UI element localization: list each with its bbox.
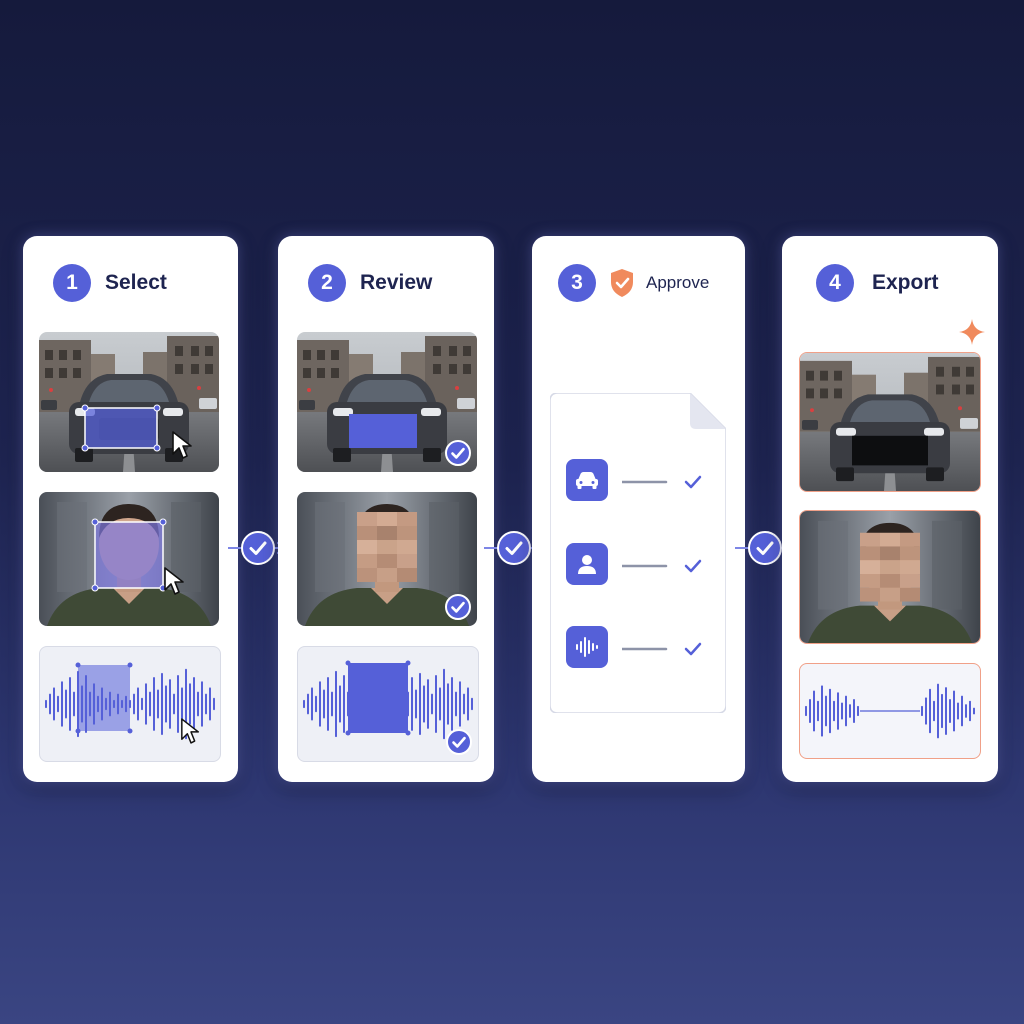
step-title: Approve	[646, 273, 710, 292]
step-header: 2 Review	[308, 264, 432, 302]
doc-row-audio	[566, 626, 716, 670]
car-icon	[566, 459, 608, 501]
shield-check-icon	[611, 269, 633, 297]
face-image-selected[interactable]	[39, 492, 219, 626]
face-image-pixelated[interactable]	[297, 492, 477, 626]
step-number: 1	[53, 264, 91, 302]
step-number: 2	[308, 264, 346, 302]
audio-clip-exported[interactable]	[799, 663, 981, 759]
audio-wave-icon	[566, 626, 608, 668]
car-image-selected[interactable]	[39, 332, 219, 472]
check-badge-icon	[445, 594, 471, 620]
step-header: 1 Select	[53, 264, 167, 302]
step-header: 3 Approve	[558, 264, 709, 302]
person-icon	[566, 543, 608, 585]
step-title: Export	[872, 271, 939, 294]
doc-row-vehicle	[566, 459, 716, 503]
step-header: 4 Export	[816, 264, 939, 302]
doc-row-person	[566, 543, 716, 587]
car-image-exported[interactable]	[799, 352, 981, 492]
step-card-select: 1 Select	[23, 236, 238, 782]
step-title: Select	[105, 271, 167, 294]
step-card-review: 2 Review	[278, 236, 494, 782]
audio-clip-masked[interactable]	[297, 646, 479, 762]
check-badge-icon	[445, 440, 471, 466]
check-badge-icon	[446, 729, 472, 755]
sparkle-icon	[959, 319, 985, 345]
step-title: Review	[360, 271, 433, 294]
step-number: 3	[558, 264, 596, 302]
face-image-exported[interactable]	[799, 510, 981, 644]
step-number: 4	[816, 264, 854, 302]
approval-document	[550, 393, 726, 713]
audio-clip-selected[interactable]	[39, 646, 221, 762]
car-image-redacted[interactable]	[297, 332, 477, 472]
